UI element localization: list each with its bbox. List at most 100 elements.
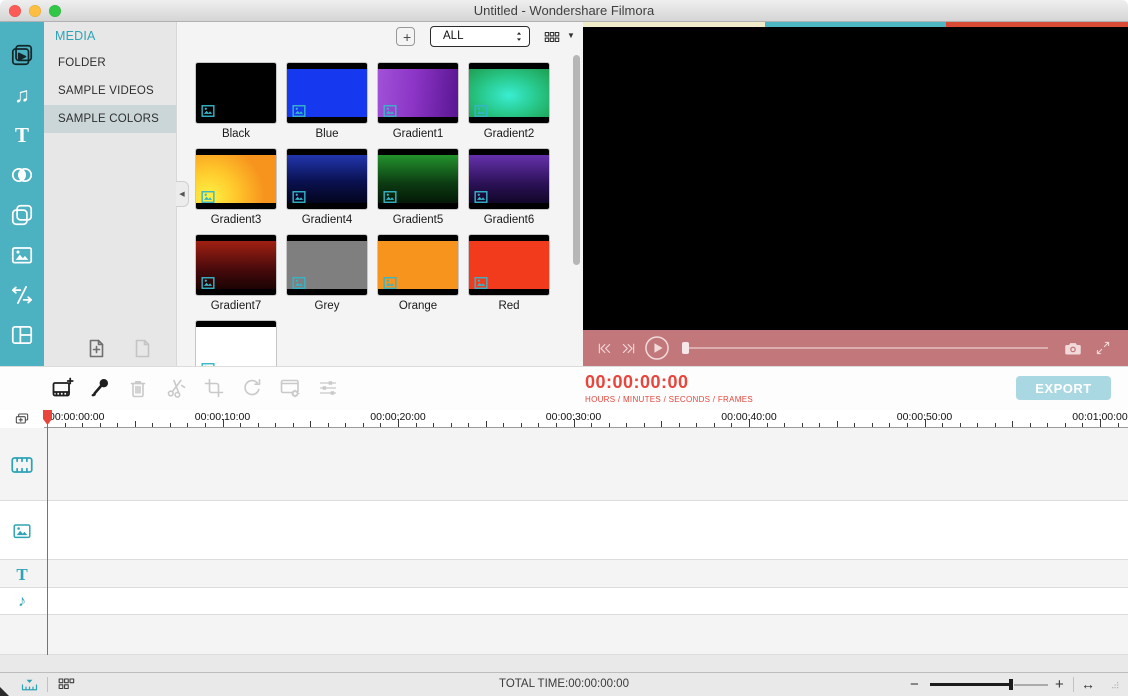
ruler-label: 00:00:50:00 [897,411,952,423]
ruler-tick [1118,423,1119,427]
import-shortcuts [85,336,155,360]
image-badge-icon [382,104,398,118]
library-item-grey[interactable]: Grey [286,234,368,320]
menu-item-sample-videos[interactable]: SAMPLE VIDEOS [44,77,176,105]
panel-collapse-handle[interactable]: ◀ [176,181,189,207]
thumbnail[interactable] [377,148,459,210]
resize-grip-icon[interactable] [1107,677,1122,692]
sidebar-item-elements[interactable] [8,241,36,269]
fullscreen-icon[interactable] [1094,339,1112,357]
ruler-tick [626,423,627,427]
overlay-track[interactable] [0,501,1128,560]
thumbnail[interactable] [195,148,277,210]
sidebar-item-music[interactable]: ♫ [8,81,36,109]
thumbnail[interactable] [468,148,550,210]
slider-handle[interactable] [1009,679,1013,690]
library-item-gradient1[interactable]: Gradient1 [377,62,459,148]
record-voiceover-icon[interactable] [88,376,112,400]
library-item-label: Black [195,124,277,140]
play-icon[interactable] [644,335,670,361]
thumbnail[interactable] [286,234,368,296]
caret-down-icon[interactable]: ▼ [567,31,575,40]
thumbnail[interactable] [286,62,368,124]
library-item-gradient6[interactable]: Gradient6 [468,148,550,234]
thumbnail[interactable] [195,62,277,124]
library-item-blue[interactable]: Blue [286,62,368,148]
ruler-tick [1012,421,1013,427]
playhead[interactable] [43,410,52,657]
thumbnail[interactable] [468,234,550,296]
library-item-gradient2[interactable]: Gradient2 [468,62,550,148]
sidebar-item-transitions[interactable] [8,161,36,189]
slider-track-filled [930,683,1012,686]
file-icon[interactable] [131,336,155,360]
ruler-tick [258,423,259,427]
library-item[interactable] [195,320,277,366]
video-track[interactable] [0,428,1128,501]
thumbnail[interactable] [468,62,550,124]
library-item-red[interactable]: Red [468,234,550,320]
library-item-label: Grey [286,296,368,312]
ruler-tick [556,423,557,427]
library-item-black[interactable]: Black [195,62,277,148]
sidebar-item-titles[interactable]: T [8,121,36,149]
seek-slider[interactable] [682,347,1048,349]
sidebar-item-split[interactable] [8,281,36,309]
library-scrollbar[interactable] [573,55,580,265]
timeline-ruler[interactable]: 00:00:00:0000:00:10:0000:00:20:0000:00:3… [44,410,1128,428]
split-icon [9,282,35,308]
delete-icon [126,376,150,400]
timeline-footer-strip [0,655,1128,672]
manage-tracks-icon[interactable] [11,411,33,427]
ruler-tick [661,421,662,427]
ruler-label: 00:00:10:00 [195,411,250,423]
thumbnail[interactable] [195,234,277,296]
menu-item-folder[interactable]: FOLDER [44,49,176,77]
library-item-orange[interactable]: Orange [377,234,459,320]
sidebar-item-split-screen[interactable] [8,321,36,349]
slider-track-empty [1014,684,1048,686]
thumbnail[interactable] [377,234,459,296]
add-media-icon[interactable] [50,376,74,400]
library-item-gradient3[interactable]: Gradient3 [195,148,277,234]
sidebar-item-filters[interactable] [8,201,36,229]
skip-to-start-icon[interactable] [595,339,614,358]
filter-dropdown[interactable]: ALL [430,26,530,47]
ruler-tick [135,421,136,427]
snapshot-icon[interactable] [1062,339,1084,358]
ruler-tick [609,423,610,427]
image-badge-icon [473,190,489,204]
fit-timeline-icon[interactable]: ↔ [1081,673,1095,696]
thumbnail[interactable] [377,62,459,124]
zoom-in-button[interactable]: + [1055,673,1064,696]
add-media-button[interactable]: + [396,27,415,46]
title-bar[interactable]: Untitled - Wondershare Filmora [0,0,1128,22]
library-item-label: Gradient6 [468,210,550,226]
library-item-gradient5[interactable]: Gradient5 [377,148,459,234]
skip-to-end-icon[interactable] [619,339,638,358]
split-icon [164,376,188,400]
text-track[interactable] [0,560,1128,588]
export-button[interactable]: EXPORT [1016,376,1111,400]
library-item-label: Gradient2 [468,124,550,140]
grid-view-icon[interactable] [541,28,563,46]
thumbnail[interactable] [286,148,368,210]
preview-panel [583,22,1128,366]
ruler-label: 00:00:30:00 [546,411,601,423]
ruler-tick [819,423,820,427]
seek-handle[interactable] [682,342,689,354]
library-item-gradient7[interactable]: Gradient7 [195,234,277,320]
zoom-out-button[interactable]: − [910,673,919,696]
menu-item-sample-colors[interactable]: SAMPLE COLORS [44,105,176,133]
library-item-gradient4[interactable]: Gradient4 [286,148,368,234]
sidebar-item-media[interactable] [8,41,36,69]
filmora-window: Untitled - Wondershare Filmora ♫T MEDIA … [0,0,1128,696]
ruler-tick [767,423,768,427]
thumbnail[interactable] [195,320,277,366]
timeline-zoom-slider[interactable] [930,683,1048,686]
add-file-icon[interactable] [85,336,109,360]
music-track[interactable] [0,588,1128,615]
window-title: Untitled - Wondershare Filmora [0,0,1128,21]
media-icon [9,42,35,68]
extra-track[interactable] [0,615,1128,655]
